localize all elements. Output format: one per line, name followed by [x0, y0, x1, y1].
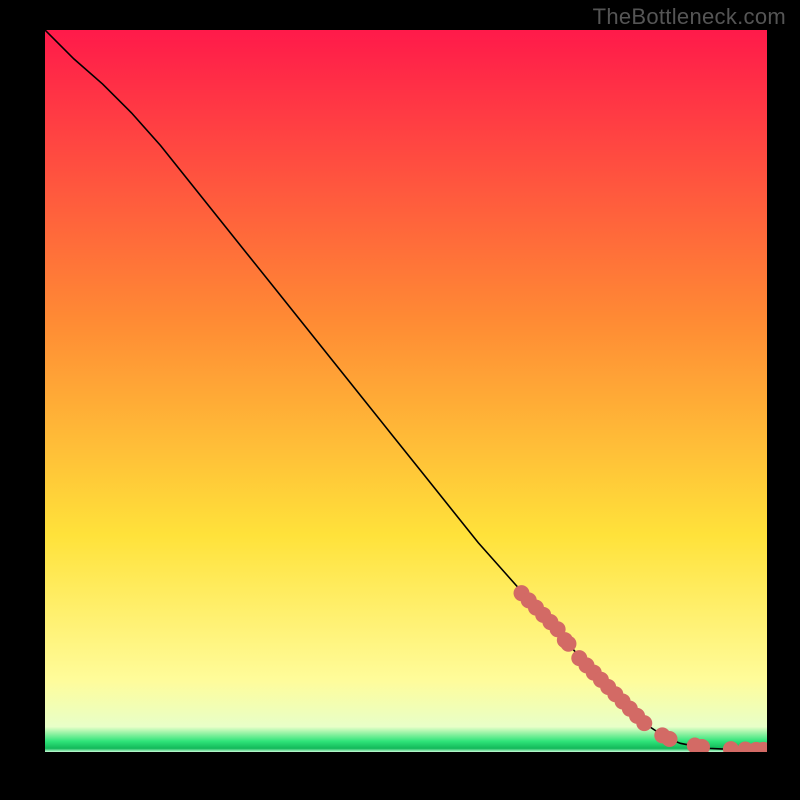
data-point	[560, 636, 576, 652]
plot-svg	[45, 30, 767, 752]
data-point	[636, 715, 652, 731]
watermark-text: TheBottleneck.com	[593, 4, 786, 30]
data-point	[662, 731, 678, 747]
chart-stage: TheBottleneck.com	[0, 0, 800, 800]
plot-frame	[45, 30, 767, 752]
